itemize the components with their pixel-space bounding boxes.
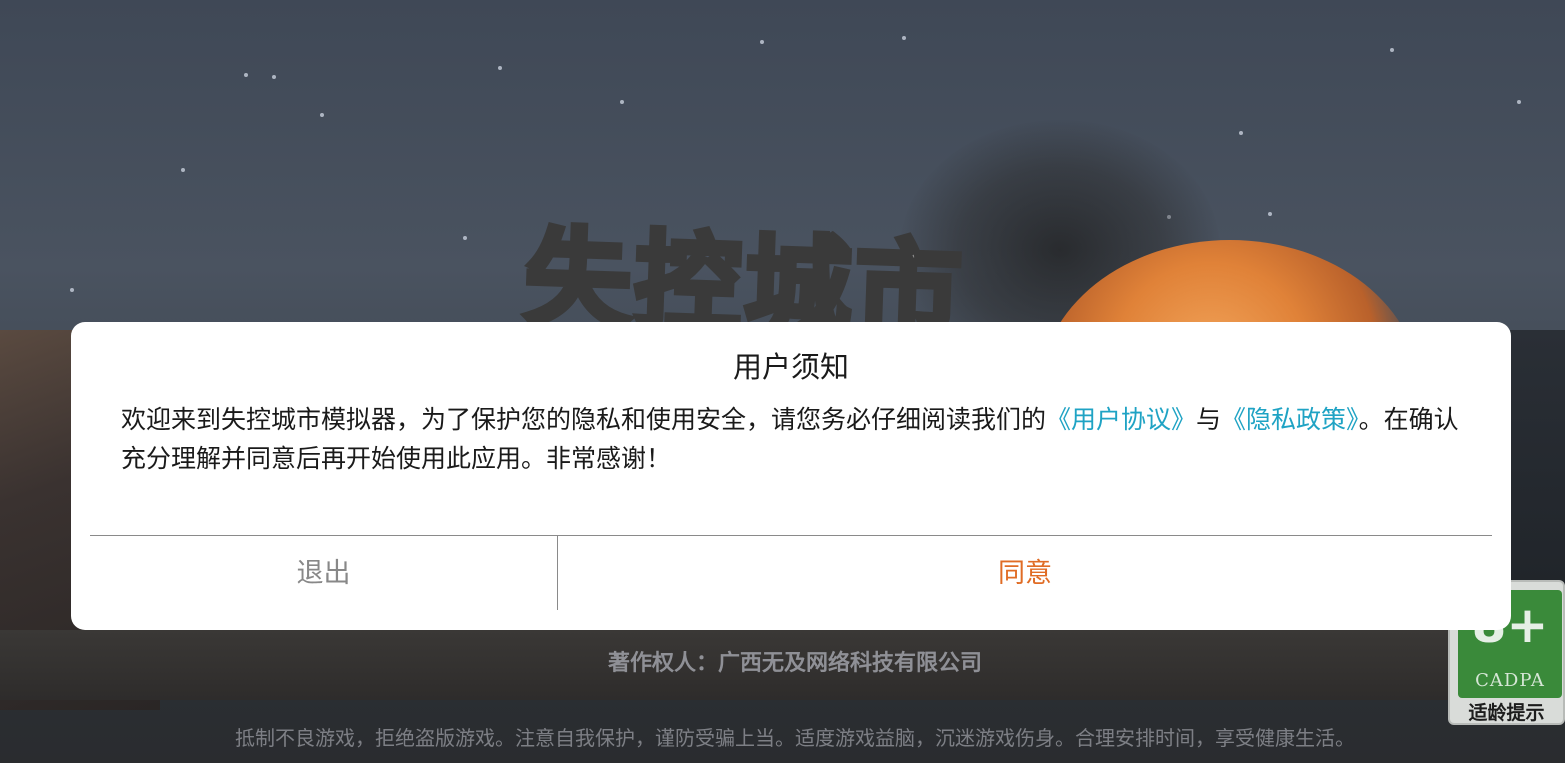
star [498,66,502,70]
star [1239,131,1243,135]
star [181,168,185,172]
star [1268,212,1272,216]
dialog-title: 用户须知 [732,350,849,384]
star [760,40,764,44]
privacy-policy-link[interactable]: 《隐私政策》 [1221,405,1359,434]
message-conjunction: 与 [1196,405,1222,434]
game-launch-screen: 失控城市 著作权人：广西无及网络科技有限公司 抵制不良游戏，拒绝盗版游戏。注意自… [0,0,1565,763]
star [1517,100,1521,104]
user-agreement-link[interactable]: 《用户协议》 [1046,405,1196,434]
star [320,113,324,117]
copyright-text: 著作权人：广西无及网络科技有限公司 [607,651,982,676]
star [902,36,906,40]
agree-button[interactable]: 同意 [558,536,1492,610]
star [1390,48,1394,52]
age-rating-tip: 适龄提示 [1468,702,1545,724]
star [463,236,467,240]
health-gaming-notice: 抵制不良游戏，拒绝盗版游戏。注意自我保护，谨防受骗上当。适度游戏益脑，沉迷游戏伤… [235,726,1355,750]
star [620,100,624,104]
star [272,75,276,79]
dialog-message: 欢迎来到失控城市模拟器，为了保护您的隐私和使用安全，请您务必仔细阅读我们的《用户… [121,400,1481,478]
star [244,73,248,77]
user-notice-dialog: 用户须知 欢迎来到失控城市模拟器，为了保护您的隐私和使用安全，请您务必仔细阅读我… [71,322,1511,630]
age-rating-org: CADPA [1475,670,1545,691]
exit-button[interactable]: 退出 [90,536,557,610]
star [70,288,74,292]
message-text: 欢迎来到失控城市模拟器，为了保护您的隐私和使用安全，请您务必仔细阅读我们的 [121,405,1047,434]
